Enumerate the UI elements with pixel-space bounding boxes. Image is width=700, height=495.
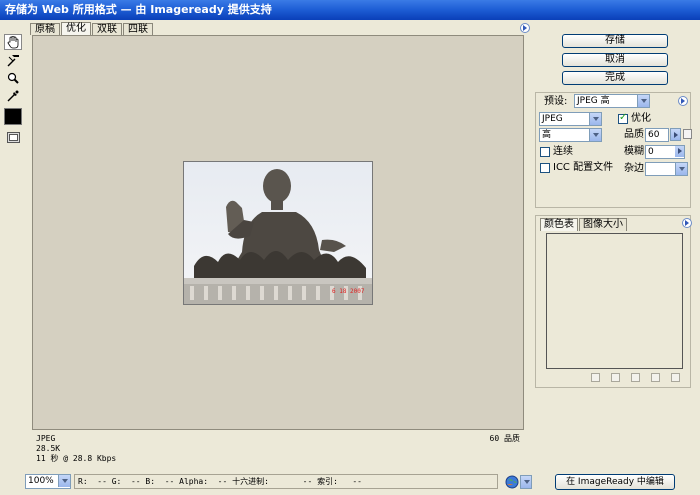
- chevron-down-icon: [589, 129, 601, 141]
- info-file-size: 28.5K: [36, 444, 61, 453]
- trash-icon[interactable]: [671, 373, 680, 382]
- tab-2-up[interactable]: 双联: [92, 23, 122, 35]
- color-table-toolbar: [591, 373, 680, 382]
- eyedropper-color-swatch[interactable]: [4, 108, 22, 125]
- status-bar: 100% R: -- G: -- B: -- Alpha: -- 十六进制: -…: [0, 472, 700, 495]
- chevron-down-icon: [521, 476, 531, 488]
- progressive-label: 连续: [553, 146, 573, 157]
- tab-optimized[interactable]: 优化: [61, 22, 91, 35]
- blur-input[interactable]: 0: [645, 145, 685, 159]
- color-table-menu-arrow-icon[interactable]: [682, 218, 692, 228]
- icc-profile-checkbox[interactable]: [540, 163, 550, 173]
- window-title: 存储为 Web 所用格式 — 由 Imageready 提供支持: [0, 0, 700, 20]
- preview-image: 6 18 2007: [183, 161, 373, 305]
- quality-level-select[interactable]: 高: [539, 128, 602, 142]
- zoom-tool-icon[interactable]: [4, 70, 22, 86]
- optimization-settings-panel: 预设: JPEG 高 JPEG 优化 高 品质: 60 连续 模糊: 0 ICC…: [535, 92, 692, 208]
- icc-profile-label: ICC 配置文件: [553, 162, 614, 173]
- matte-select[interactable]: [645, 162, 688, 176]
- zoom-select[interactable]: 100%: [25, 474, 71, 489]
- chevron-down-icon: [637, 95, 649, 107]
- edit-in-imageready-button[interactable]: 在 ImageReady 中编辑: [555, 474, 675, 490]
- color-table-panel: 颜色表 图像大小: [535, 215, 692, 388]
- browser-preview-icon[interactable]: [505, 475, 519, 489]
- quality-label: 品质:: [624, 129, 648, 140]
- blur-slider-arrow-icon[interactable]: [675, 146, 684, 157]
- quality-input[interactable]: 60: [645, 128, 669, 142]
- slice-select-tool-icon[interactable]: [4, 52, 22, 68]
- tab-original[interactable]: 原稿: [30, 23, 60, 35]
- toggle-slices-icon[interactable]: [4, 129, 22, 145]
- blur-value: 0: [648, 147, 654, 157]
- preset-label: 预设:: [544, 96, 568, 107]
- view-menu-arrow-icon[interactable]: [520, 23, 530, 33]
- eyedropper-tool-icon[interactable]: [4, 88, 22, 104]
- quality-level-value: 高: [542, 130, 552, 140]
- quality-value: 60: [648, 130, 660, 140]
- info-format: JPEG: [36, 434, 56, 443]
- tab-color-table[interactable]: 颜色表: [540, 218, 578, 231]
- info-download-time: 11 秒 @ 28.8 Kbps: [36, 454, 117, 463]
- settings-menu-arrow-icon[interactable]: [678, 96, 688, 106]
- done-button[interactable]: 完成: [562, 71, 668, 85]
- matte-label: 杂边:: [624, 163, 648, 174]
- preset-value: JPEG 高: [577, 96, 610, 106]
- quality-slider-arrow-icon[interactable]: [670, 128, 681, 141]
- view-tabs: 原稿 优化 双联 四联: [30, 22, 154, 35]
- format-value: JPEG: [542, 114, 563, 124]
- lock-color-icon[interactable]: [611, 373, 620, 382]
- chevron-down-icon: [589, 113, 601, 125]
- new-color-icon[interactable]: [651, 373, 660, 382]
- save-button[interactable]: 存储: [562, 34, 668, 48]
- preset-select[interactable]: JPEG 高: [574, 94, 650, 108]
- quality-channel-icon[interactable]: [683, 129, 692, 139]
- color-panel-tabs: 颜色表 图像大小: [540, 218, 628, 231]
- browser-select[interactable]: [520, 475, 532, 489]
- chevron-down-icon: [675, 163, 687, 175]
- photo-date-stamp: 6 18 2007: [332, 288, 365, 295]
- snap-to-web-icon[interactable]: [631, 373, 640, 382]
- zoom-value: 100%: [28, 476, 54, 486]
- toolbox: [4, 34, 24, 147]
- hand-tool-icon[interactable]: [4, 34, 22, 50]
- progressive-checkbox[interactable]: [540, 147, 550, 157]
- blur-label: 模糊:: [624, 146, 648, 157]
- color-table-swatches[interactable]: [546, 233, 683, 369]
- tab-4-up[interactable]: 四联: [123, 23, 153, 35]
- optimization-info: JPEG 28.5K 11 秒 @ 28.8 Kbps 60 品质: [32, 432, 524, 468]
- optimized-label: 优化: [631, 113, 651, 124]
- cancel-button[interactable]: 取消: [562, 53, 668, 67]
- optimized-checkbox[interactable]: [618, 112, 628, 124]
- pixel-info-readout: R: -- G: -- B: -- Alpha: -- 十六进制: -- 索引:…: [74, 474, 498, 489]
- format-select[interactable]: JPEG: [539, 112, 602, 126]
- web-shift-icon[interactable]: [591, 373, 600, 382]
- chevron-down-icon: [58, 475, 70, 487]
- info-quality: 60 品质: [489, 434, 520, 443]
- tab-image-size[interactable]: 图像大小: [579, 218, 627, 231]
